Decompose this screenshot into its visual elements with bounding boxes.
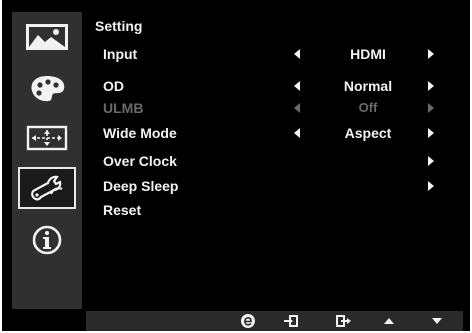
input-value: HDMI xyxy=(350,46,386,62)
menu-row-input[interactable]: Input HDMI xyxy=(86,44,463,66)
left-arrow-icon xyxy=(294,103,300,113)
down-arrow-icon[interactable] xyxy=(428,313,446,329)
reset-label: Reset xyxy=(103,202,142,218)
wide-mode-value: Aspect xyxy=(344,125,392,141)
deep-sleep-label: Deep Sleep xyxy=(103,178,179,194)
enter-icon[interactable] xyxy=(282,313,300,329)
sidebar xyxy=(12,12,82,309)
right-arrow-icon xyxy=(428,103,434,113)
menu-row-over-clock[interactable]: Over Clock xyxy=(86,151,463,173)
over-clock-label: Over Clock xyxy=(103,153,177,169)
left-arrow-icon[interactable] xyxy=(294,81,300,91)
osd-menu-window: Setting Input HDMI OD Normal ULMB Off Wi… xyxy=(2,0,470,331)
picture-icon[interactable] xyxy=(20,18,74,56)
menu-row-od[interactable]: OD Normal xyxy=(86,76,463,98)
left-arrow-icon[interactable] xyxy=(294,49,300,59)
button-guide-bar xyxy=(86,311,463,331)
right-arrow-icon[interactable] xyxy=(428,81,434,91)
menu-row-wide-mode[interactable]: Wide Mode Aspect xyxy=(86,123,463,145)
menu-row-ulmb: ULMB Off xyxy=(86,98,463,120)
exit-icon[interactable] xyxy=(335,313,353,329)
ulmb-label: ULMB xyxy=(103,100,144,116)
menu-row-deep-sleep[interactable]: Deep Sleep xyxy=(86,176,463,198)
color-palette-icon[interactable] xyxy=(20,70,74,108)
up-arrow-icon[interactable] xyxy=(380,313,398,329)
information-icon[interactable] xyxy=(20,221,74,259)
od-label: OD xyxy=(103,78,124,94)
left-arrow-icon[interactable] xyxy=(294,128,300,138)
input-label: Input xyxy=(103,46,138,62)
settings-wrench-icon[interactable] xyxy=(18,167,76,209)
e-key-icon[interactable] xyxy=(239,313,257,329)
menu-title: Setting xyxy=(95,18,143,34)
display-position-icon[interactable] xyxy=(20,119,74,157)
ulmb-value: Off xyxy=(358,100,378,115)
wide-mode-label: Wide Mode xyxy=(103,125,177,141)
menu-row-reset[interactable]: Reset xyxy=(86,200,463,222)
od-value: Normal xyxy=(343,78,393,94)
right-arrow-icon[interactable] xyxy=(428,128,434,138)
right-arrow-icon[interactable] xyxy=(428,49,434,59)
right-arrow-icon[interactable] xyxy=(428,181,434,191)
right-arrow-icon[interactable] xyxy=(428,156,434,166)
settings-panel: Setting Input HDMI OD Normal ULMB Off Wi… xyxy=(86,12,463,309)
